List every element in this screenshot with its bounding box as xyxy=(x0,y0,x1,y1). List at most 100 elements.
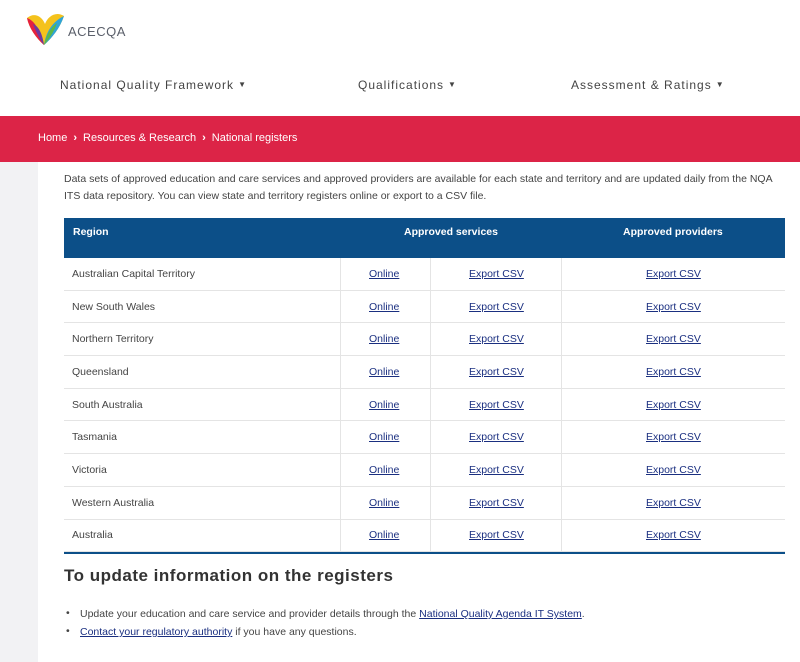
site-header: ACECQA National Quality Framework ▼ Quali… xyxy=(0,0,800,116)
column-divider xyxy=(430,258,431,290)
providers-export-csv-link[interactable]: Export CSV xyxy=(646,399,701,411)
nav-assessment-ratings[interactable]: Assessment & Ratings ▼ xyxy=(571,78,725,92)
nav-qualifications[interactable]: Qualifications ▼ xyxy=(358,78,457,92)
column-divider xyxy=(430,290,431,323)
services-export-csv-link[interactable]: Export CSV xyxy=(469,268,524,280)
table-row: Australian Capital Territory Online Export… xyxy=(64,258,785,291)
providers-export-csv-link[interactable]: Export CSV xyxy=(646,366,701,378)
header-approved-services: Approved services xyxy=(404,226,498,238)
providers-export-csv-link[interactable]: Export CSV xyxy=(646,301,701,313)
column-divider xyxy=(340,258,341,290)
services-online-link[interactable]: Online xyxy=(369,529,399,541)
services-online-link[interactable]: Online xyxy=(369,301,399,313)
region-cell: Northern Territory xyxy=(72,333,154,346)
services-online-cell: Online xyxy=(369,520,399,552)
region-cell: Queensland xyxy=(72,365,129,378)
chevron-right-icon: › xyxy=(202,132,206,144)
services-online-cell: Online xyxy=(369,258,399,290)
services-online-link[interactable]: Online xyxy=(369,268,399,280)
table-row: Western Australia Online Export CSV Export … xyxy=(64,486,785,520)
left-gutter xyxy=(0,162,38,662)
services-online-cell: Online xyxy=(369,291,399,323)
registers-table: Region Approved services Approved provid… xyxy=(64,218,785,555)
services-online-cell: Online xyxy=(369,389,399,421)
table-row: Victoria Online Export CSV Export CSV xyxy=(64,454,785,487)
region-cell: Australian Capital Territory xyxy=(72,267,195,280)
region-cell: New South Wales xyxy=(72,300,156,313)
services-online-link[interactable]: Online xyxy=(369,366,399,378)
contact-regulatory-authority-link[interactable]: Contact your regulatory authority xyxy=(80,626,232,638)
table-row: Queensland Online Export CSV Export CSV xyxy=(64,356,785,389)
services-export-csv-link[interactable]: Export CSV xyxy=(469,399,524,411)
column-divider xyxy=(430,421,431,454)
column-divider xyxy=(430,486,431,519)
services-export-csv-link[interactable]: Export CSV xyxy=(469,431,524,443)
services-export-csv-link[interactable]: Export CSV xyxy=(469,301,524,313)
column-divider xyxy=(561,454,562,486)
update-item1-prefix: Update your education and care service a… xyxy=(80,608,420,620)
column-divider xyxy=(340,486,341,519)
column-divider xyxy=(561,519,562,552)
column-divider xyxy=(340,454,341,486)
chevron-right-icon: › xyxy=(73,132,78,144)
services-csv-cell: Export CSV xyxy=(469,520,524,552)
column-divider xyxy=(430,388,431,421)
breadcrumb-resources-research[interactable]: Resources & Research xyxy=(83,132,196,144)
providers-csv-cell: Export CSV xyxy=(646,291,701,323)
list-item: Contact your regulatory authority if you… xyxy=(64,625,585,644)
region-cell: Victoria xyxy=(72,463,107,476)
providers-csv-cell: Export CSV xyxy=(646,454,701,486)
nqa-it-system-link[interactable]: National Quality Agenda IT System xyxy=(419,608,582,620)
providers-csv-cell: Export CSV xyxy=(646,323,701,355)
services-online-link[interactable]: Online xyxy=(369,333,399,345)
providers-export-csv-link[interactable]: Export CSV xyxy=(646,268,701,280)
providers-export-csv-link[interactable]: Export CSV xyxy=(646,497,701,509)
providers-csv-cell: Export CSV xyxy=(646,389,701,421)
update-item2-suffix: if you have any questions. xyxy=(232,626,357,638)
column-divider xyxy=(561,486,562,519)
table-row: Northern Territory Online Export CSV Export… xyxy=(64,323,785,357)
column-divider xyxy=(561,290,562,323)
table-header: Region Approved services Approved provid… xyxy=(64,218,785,258)
providers-csv-cell: Export CSV xyxy=(646,487,701,519)
providers-export-csv-link[interactable]: Export CSV xyxy=(646,464,701,476)
column-divider xyxy=(340,323,341,356)
acecqa-logo[interactable]: ACECQA xyxy=(24,10,126,48)
column-divider xyxy=(430,519,431,552)
breadcrumb-bar: Home › Resources & Research › National r… xyxy=(0,116,800,162)
providers-csv-cell: Export CSV xyxy=(646,356,701,388)
nav-label: Qualifications xyxy=(358,78,445,92)
providers-export-csv-link[interactable]: Export CSV xyxy=(646,529,701,541)
column-divider xyxy=(430,323,431,356)
providers-export-csv-link[interactable]: Export CSV xyxy=(646,333,701,345)
services-csv-cell: Export CSV xyxy=(469,421,524,453)
table-row: Australia Online Export CSV Export CSV xyxy=(64,519,785,553)
header-approved-providers: Approved providers xyxy=(623,226,723,238)
column-divider xyxy=(340,290,341,323)
services-export-csv-link[interactable]: Export CSV xyxy=(469,366,524,378)
services-online-link[interactable]: Online xyxy=(369,497,399,509)
nav-national-quality-framework[interactable]: National Quality Framework ▼ xyxy=(60,78,247,92)
services-export-csv-link[interactable]: Export CSV xyxy=(469,529,524,541)
acecqa-heart-icon xyxy=(27,13,64,45)
region-cell: Western Australia xyxy=(72,496,155,509)
services-export-csv-link[interactable]: Export CSV xyxy=(469,497,524,509)
providers-csv-cell: Export CSV xyxy=(646,421,701,453)
services-csv-cell: Export CSV xyxy=(469,258,524,290)
table-body: Australian Capital Territory Online Export… xyxy=(64,258,785,553)
providers-csv-cell: Export CSV xyxy=(646,258,701,290)
providers-export-csv-link[interactable]: Export CSV xyxy=(646,431,701,443)
services-export-csv-link[interactable]: Export CSV xyxy=(469,333,524,345)
services-online-link[interactable]: Online xyxy=(369,464,399,476)
column-divider xyxy=(561,258,562,290)
column-divider xyxy=(561,421,562,454)
table-row: South Australia Online Export CSV Export CS… xyxy=(64,388,785,422)
column-divider xyxy=(561,388,562,421)
breadcrumb-home[interactable]: Home xyxy=(38,132,67,144)
services-online-link[interactable]: Online xyxy=(369,431,399,443)
services-online-link[interactable]: Online xyxy=(369,399,399,411)
services-export-csv-link[interactable]: Export CSV xyxy=(469,464,524,476)
column-divider xyxy=(430,454,431,486)
update-item1-suffix: . xyxy=(581,608,585,620)
column-divider xyxy=(340,356,341,388)
